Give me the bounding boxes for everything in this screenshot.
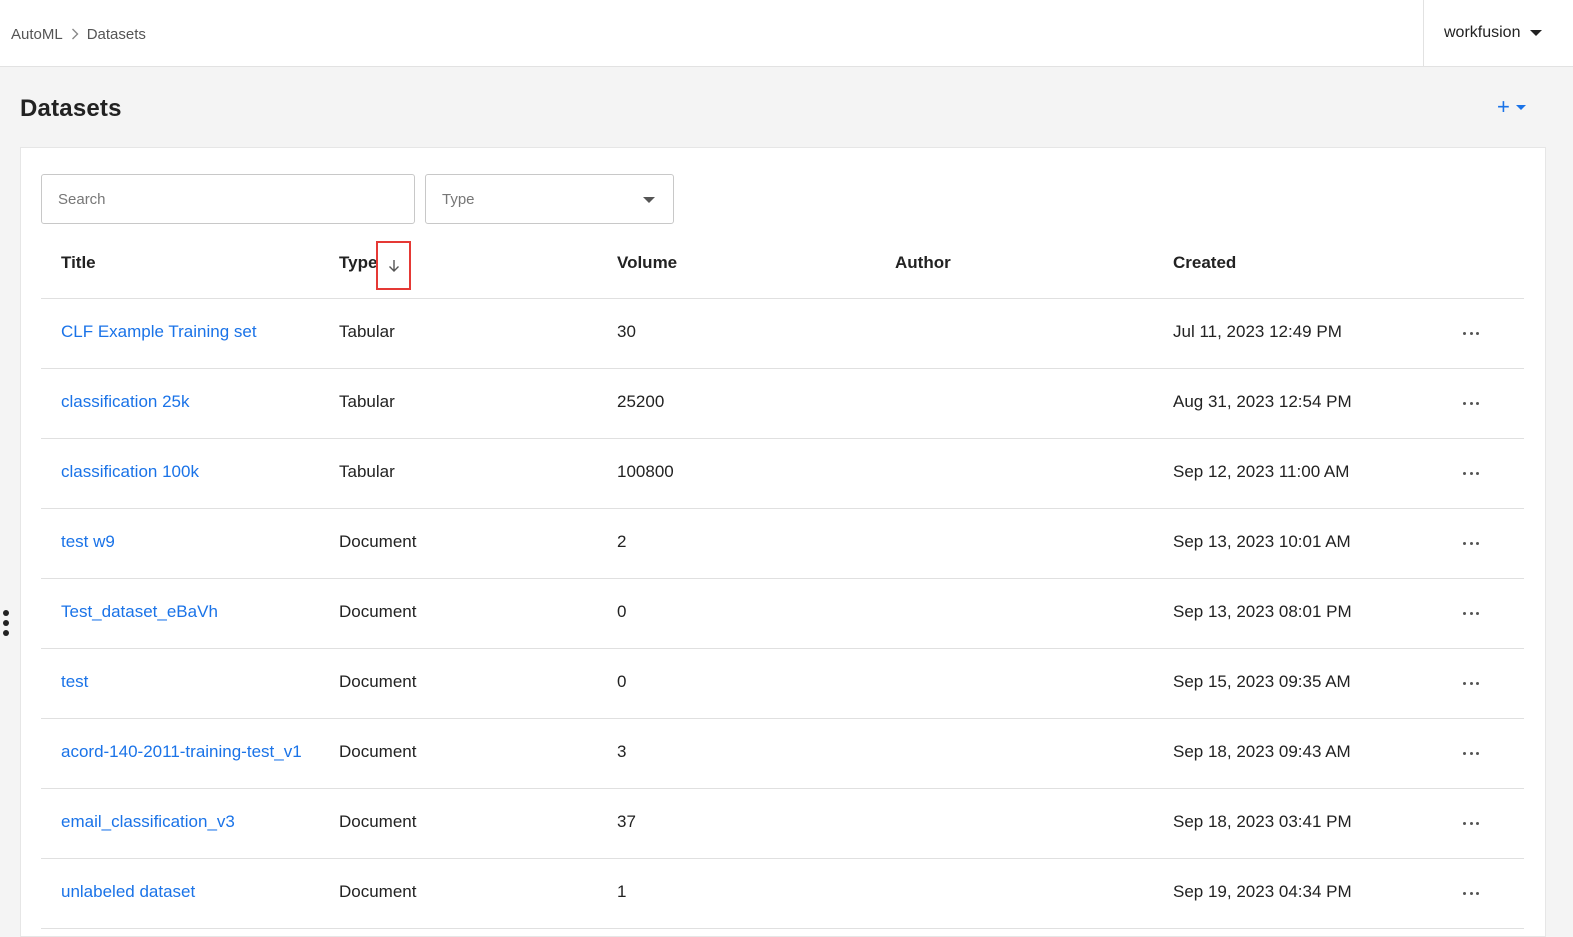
caret-down-icon [1515, 104, 1526, 110]
column-header-author[interactable]: Author [895, 253, 951, 273]
sort-descending-button[interactable] [376, 241, 411, 290]
dataset-type: Document [339, 742, 417, 761]
dataset-title-link[interactable]: email_classification_v3 [61, 812, 235, 832]
dataset-volume: 3 [617, 742, 627, 761]
add-dataset-button[interactable]: + [1497, 95, 1526, 119]
chevron-right-icon [71, 28, 79, 40]
dataset-volume: 0 [617, 672, 627, 691]
dataset-type: Tabular [339, 462, 395, 481]
column-header-title[interactable]: Title [61, 253, 96, 273]
dataset-type: Document [339, 532, 417, 551]
datasets-card: Type Title Type Volume Author Created CL… [20, 147, 1546, 937]
dataset-title-link[interactable]: Test_dataset_eBaVh [61, 602, 218, 622]
table-row: classification 25k Tabular 25200 Aug 31, 20… [41, 369, 1524, 439]
dataset-type: Document [339, 812, 417, 831]
more-actions-icon[interactable] [1463, 743, 1479, 763]
dataset-type: Tabular [339, 392, 395, 411]
dataset-title-link[interactable]: test w9 [61, 532, 115, 552]
breadcrumb-current: Datasets [86, 25, 146, 43]
dataset-created: Sep 12, 2023 11:00 AM [1173, 462, 1350, 481]
breadcrumb-automl[interactable]: AutoML [11, 26, 63, 43]
search-input[interactable] [41, 174, 415, 224]
more-actions-icon[interactable] [1463, 463, 1479, 483]
dataset-created: Sep 18, 2023 03:41 PM [1173, 812, 1352, 831]
more-actions-icon[interactable] [1463, 603, 1479, 623]
user-name: workfusion [1444, 24, 1521, 41]
caret-down-icon [643, 197, 655, 203]
table-row: test Document 0 Sep 15, 2023 09:35 AM [41, 649, 1524, 719]
dataset-volume: 37 [617, 812, 636, 831]
dataset-created: Sep 15, 2023 09:35 AM [1173, 672, 1351, 691]
type-filter-select[interactable]: Type [425, 174, 674, 224]
more-actions-icon[interactable] [1463, 883, 1479, 903]
dataset-volume: 0 [617, 602, 627, 621]
dataset-title-link[interactable]: test [61, 672, 88, 692]
dataset-type: Tabular [339, 322, 395, 341]
plus-icon: + [1497, 94, 1510, 119]
dataset-title-link[interactable]: acord-140-2011-training-test_v1 [61, 742, 302, 762]
breadcrumb: AutoML Datasets [11, 24, 146, 44]
dataset-title-link[interactable]: CLF Example Training set [61, 322, 257, 342]
column-header-type[interactable]: Type [339, 253, 377, 273]
side-panel-handle-icon[interactable] [3, 610, 9, 636]
datasets-table: Title Type Volume Author Created CLF Exa… [41, 229, 1524, 929]
more-actions-icon[interactable] [1463, 393, 1479, 413]
dataset-created: Sep 13, 2023 08:01 PM [1173, 602, 1352, 621]
dataset-created: Sep 13, 2023 10:01 AM [1173, 532, 1351, 551]
dataset-created: Jul 11, 2023 12:49 PM [1173, 322, 1342, 341]
table-row: email_classification_v3 Document 37 Sep 18,… [41, 789, 1524, 859]
dataset-volume: 2 [617, 532, 627, 551]
type-filter-placeholder: Type [442, 190, 475, 208]
caret-down-icon [1530, 30, 1543, 36]
more-actions-icon[interactable] [1463, 323, 1479, 343]
more-actions-icon[interactable] [1463, 813, 1479, 833]
dataset-type: Document [339, 602, 417, 621]
table-row: CLF Example Training set Tabular 30 Jul 11,… [41, 299, 1524, 369]
column-header-created[interactable]: Created [1173, 253, 1236, 273]
dataset-type: Document [339, 672, 417, 691]
page-title: Datasets [20, 95, 122, 122]
user-menu-button[interactable]: workfusion [1423, 0, 1573, 66]
dataset-volume: 25200 [617, 392, 665, 411]
arrow-down-icon [388, 259, 399, 272]
dataset-type: Document [339, 882, 417, 901]
more-actions-icon[interactable] [1463, 533, 1479, 553]
dataset-created: Aug 31, 2023 12:54 PM [1173, 392, 1352, 411]
dataset-volume: 100800 [617, 462, 674, 481]
table-header: Title Type Volume Author Created [41, 229, 1524, 299]
column-header-volume[interactable]: Volume [617, 253, 677, 273]
dataset-volume: 1 [617, 882, 627, 901]
table-row: Test_dataset_eBaVh Document 0 Sep 13, 2023 … [41, 579, 1524, 649]
table-row: unlabeled dataset Document 1 Sep 19, 2023 0… [41, 859, 1524, 929]
more-actions-icon[interactable] [1463, 673, 1479, 693]
dataset-volume: 30 [617, 322, 636, 341]
top-bar: AutoML Datasets workfusion [0, 0, 1573, 67]
table-row: acord-140-2011-training-test_v1 Document 3… [41, 719, 1524, 789]
table-row: test w9 Document 2 Sep 13, 2023 10:01 AM [41, 509, 1524, 579]
dataset-title-link[interactable]: classification 25k [61, 392, 190, 412]
table-body: CLF Example Training set Tabular 30 Jul 11,… [41, 299, 1524, 929]
dataset-title-link[interactable]: unlabeled dataset [61, 882, 195, 902]
table-row: classification 100k Tabular 100800 Sep 12, … [41, 439, 1524, 509]
dataset-title-link[interactable]: classification 100k [61, 462, 199, 482]
dataset-created: Sep 19, 2023 04:34 PM [1173, 882, 1352, 901]
dataset-created: Sep 18, 2023 09:43 AM [1173, 742, 1351, 761]
